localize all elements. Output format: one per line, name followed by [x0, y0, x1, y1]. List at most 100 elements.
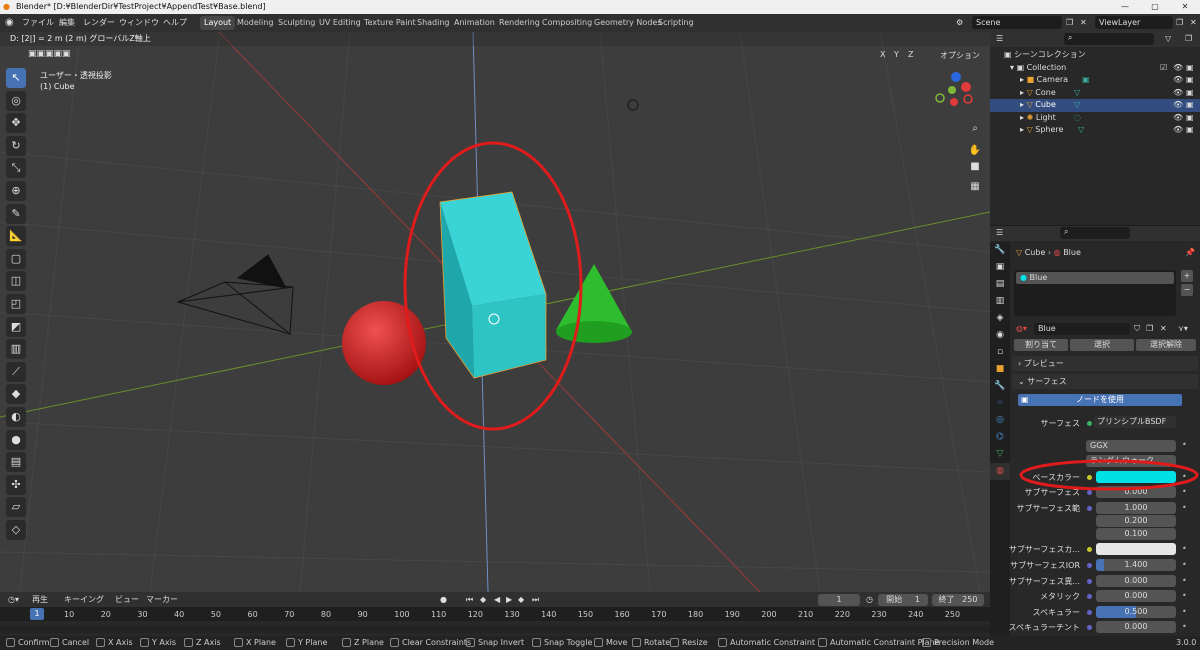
menu-help[interactable]: ヘルプ [163, 14, 187, 32]
pin-icon[interactable]: 📌 [1185, 248, 1195, 257]
modifier-tab-icon[interactable]: 🔧 [990, 378, 1010, 395]
node-link-icon[interactable]: ⋎▾ [1178, 324, 1188, 333]
tab-uv-editing[interactable]: UV Editing [315, 16, 365, 30]
pan-hand-icon[interactable]: ✋ [968, 144, 982, 158]
deselect-button[interactable]: 選択解除 [1136, 339, 1196, 351]
scene-tab-icon[interactable]: ◈ [990, 310, 1010, 327]
prev-keyframe-icon[interactable]: ◆ [480, 592, 486, 607]
rotate-icon[interactable]: ↻ [6, 135, 26, 156]
outliner-item-cube[interactable]: ▸ ▽ Cube ▽ 👁 ▣ [990, 99, 1200, 112]
subsurface-radius-z-field[interactable]: 0.100 [1096, 528, 1176, 540]
view-layer-tab-icon[interactable]: ▥ [990, 293, 1010, 310]
shrink-fatten-icon[interactable]: ✣ [6, 474, 26, 495]
camera-render-icon[interactable]: ▣ [1186, 99, 1194, 112]
material-slot-item[interactable]: ● Blue [1016, 272, 1174, 284]
material-name-field[interactable]: Blue [1034, 323, 1130, 335]
new-viewlayer-icon[interactable]: ❐ [1176, 14, 1183, 32]
camera-render-icon[interactable]: ▣ [1186, 112, 1194, 125]
delete-scene-icon[interactable]: ✕ [1080, 14, 1087, 32]
start-frame-field[interactable]: 開始 1 [878, 594, 928, 606]
play-icon[interactable]: ▶ [506, 592, 512, 607]
particles-tab-icon[interactable]: ⁘ [990, 395, 1010, 412]
keyframe-dot[interactable]: • [1182, 622, 1187, 631]
jump-start-icon[interactable]: ⏮ [466, 592, 473, 607]
current-frame-field[interactable]: 1 [818, 594, 860, 606]
unlink-material-icon[interactable]: ✕ [1160, 324, 1167, 333]
cursor-icon[interactable]: ◎ [6, 90, 26, 111]
keyframe-dot[interactable]: • [1182, 560, 1187, 569]
menu-keying[interactable]: キーイング [64, 592, 104, 607]
spin-icon[interactable]: ◐ [6, 406, 26, 427]
rip-region-icon[interactable]: ◇ [6, 519, 26, 540]
menu-file[interactable]: ファイル [22, 14, 54, 32]
measure-icon[interactable]: 📐 [6, 226, 26, 247]
world-tab-icon[interactable]: ◉ [990, 327, 1010, 344]
knife-icon[interactable]: ⟋ [6, 361, 26, 382]
camera-render-icon[interactable]: ▣ [1186, 74, 1194, 87]
outliner-search-input[interactable]: ⌕ [1064, 33, 1154, 45]
add-cube-icon[interactable]: ▢ [6, 248, 26, 269]
keyframe-dot[interactable]: • [1182, 607, 1187, 616]
preview-range-clock-icon[interactable]: ◷ [866, 592, 873, 607]
preview-panel-header[interactable]: › プレビュー [1012, 356, 1198, 371]
bevel-icon[interactable]: ◩ [6, 316, 26, 337]
annotate-icon[interactable]: ✎ [6, 203, 26, 224]
tab-rendering[interactable]: Rendering [495, 16, 544, 30]
smooth-icon[interactable]: ● [6, 429, 26, 450]
duplicate-material-icon[interactable]: ❐ [1146, 324, 1153, 333]
menu-render[interactable]: レンダー [83, 14, 115, 32]
outliner-item-cone[interactable]: ▸ ▽ Cone ▽ 👁 ▣ [990, 87, 1200, 100]
menu-playback[interactable]: 再生 [32, 592, 48, 607]
end-frame-field[interactable]: 終了 250 [932, 594, 984, 606]
tab-shading[interactable]: Shading [413, 16, 454, 30]
outliner-item-sphere[interactable]: ▸ ▽ Sphere ▽ 👁 ▣ [990, 124, 1200, 137]
maximize-button[interactable]: ▢ [1140, 0, 1170, 14]
constraints-tab-icon[interactable]: ⌬ [990, 429, 1010, 446]
axis-z-toggle[interactable]: Z [908, 50, 913, 59]
jump-end-icon[interactable]: ⏭ [532, 592, 539, 607]
scale-icon[interactable]: ⤡ [6, 158, 26, 179]
scene-icon[interactable]: ⚙ [956, 14, 963, 32]
menu-edit[interactable]: 編集 [59, 14, 75, 32]
subsurface-radius-y-field[interactable]: 0.200 [1096, 515, 1176, 527]
output-tab-icon[interactable]: ▤ [990, 276, 1010, 293]
camera-render-icon[interactable]: ▣ [1186, 87, 1194, 100]
3d-viewport[interactable]: D: [2|] = 2 m (2 m) グローバルZ軸上 ▣▣▣▣▣ X Y Z… [0, 32, 990, 592]
render-tab-icon[interactable]: ▣ [990, 259, 1010, 276]
camera-view-icon[interactable]: ■ [968, 160, 982, 174]
outliner-item-light[interactable]: ▸ ✺ Light ◌ 👁 ▣ [990, 112, 1200, 125]
subsurface-anisotropy-field[interactable]: 0.000 [1096, 575, 1176, 587]
move-icon[interactable]: ✥ [6, 113, 26, 134]
keyframe-dot[interactable]: • [1182, 591, 1187, 600]
use-nodes-button[interactable]: ▣ ノードを使用 [1018, 394, 1182, 406]
record-icon[interactable]: ● [440, 592, 447, 607]
eye-icon[interactable]: 👁 [1173, 87, 1183, 100]
subsurface-ior-field[interactable]: 1.400 [1096, 559, 1176, 571]
outliner-filter-icon[interactable]: ▽ [1165, 34, 1171, 43]
tab-modeling[interactable]: Modeling [233, 16, 277, 30]
material-tab-icon[interactable]: ◍ [990, 463, 1010, 480]
object-tab-icon[interactable]: ■ [990, 361, 1010, 378]
edge-slide-icon[interactable]: ▤ [6, 452, 26, 473]
loop-cut-icon[interactable]: ▥ [6, 339, 26, 360]
surface-panel-header[interactable]: ⌄ サーフェス [1012, 374, 1198, 389]
axis-y-toggle[interactable]: Y [894, 50, 899, 59]
editor-type-icon[interactable]: ☰ [996, 228, 1003, 237]
inset-icon[interactable]: ◰ [6, 293, 26, 314]
blender-menu-icon[interactable]: ◉ [5, 14, 14, 32]
viewlayer-field[interactable]: ViewLayer [1095, 16, 1173, 29]
tab-texture-paint[interactable]: Texture Paint [360, 16, 420, 30]
keyframe-dot[interactable]: • [1182, 503, 1187, 512]
play-reverse-icon[interactable]: ◀ [494, 592, 500, 607]
menu-marker[interactable]: マーカー [146, 592, 178, 607]
tool-tab-icon[interactable]: 🔧 [990, 242, 1010, 259]
eye-icon[interactable]: 👁 [1173, 62, 1183, 75]
options-dropdown[interactable]: オプション [940, 50, 980, 61]
distribution-dropdown[interactable]: GGX [1086, 440, 1176, 452]
next-keyframe-icon[interactable]: ◆ [518, 592, 524, 607]
data-tab-icon[interactable]: ▽ [990, 446, 1010, 463]
specular-field[interactable]: 0.500 [1096, 606, 1176, 618]
select-box-icon[interactable]: ↖ [6, 68, 26, 88]
extrude-icon[interactable]: ◫ [6, 271, 26, 292]
poly-build-icon[interactable]: ◆ [6, 384, 26, 405]
